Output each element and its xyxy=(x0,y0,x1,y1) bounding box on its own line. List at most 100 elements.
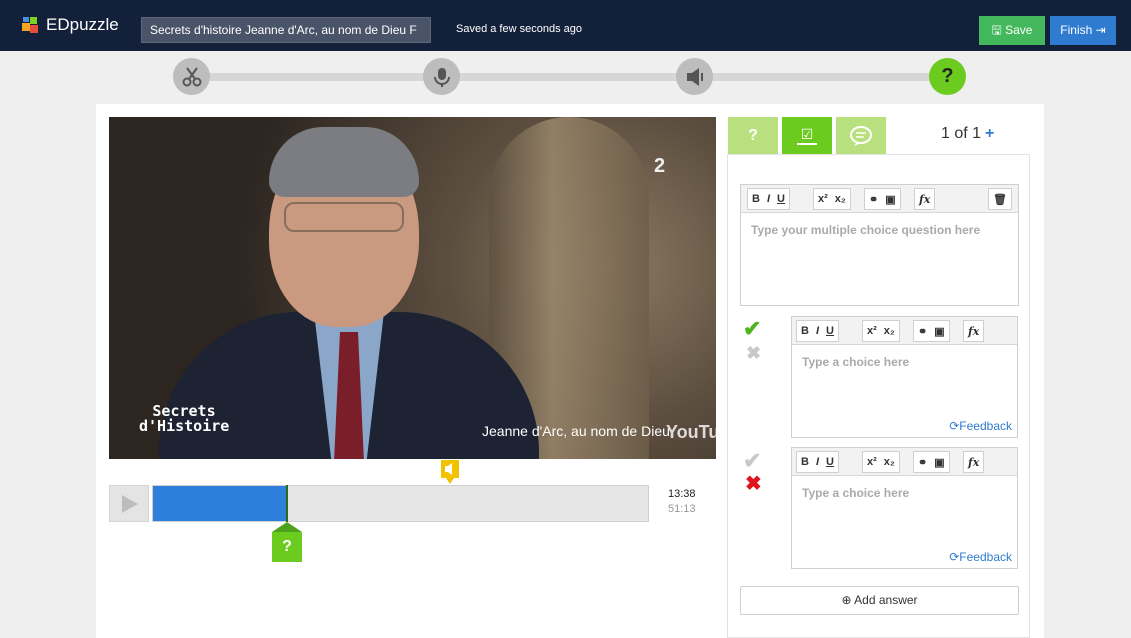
steps-progress-line xyxy=(190,73,946,81)
link-icon[interactable]: ⚭ xyxy=(918,325,927,338)
question-marker[interactable]: ? xyxy=(272,522,302,562)
image-icon[interactable]: ▣ xyxy=(934,325,944,338)
save-status: Saved a few seconds ago xyxy=(456,23,582,35)
video-player[interactable]: 2 Secrets d'Histoire Jeanne d'Arc, au no… xyxy=(109,117,716,459)
youtube-watermark[interactable]: YouTube xyxy=(666,422,716,443)
video-person-glasses xyxy=(284,202,404,232)
choice-placeholder: Type a choice here xyxy=(802,486,910,500)
format-group: B I U xyxy=(747,188,790,210)
delete-group: 🗑 xyxy=(988,188,1012,210)
checkbox-icon: ☑ xyxy=(796,126,818,145)
question-input[interactable]: Type your multiple choice question here xyxy=(741,213,1018,305)
formula-group: fx xyxy=(963,320,985,342)
timeline-scrubber[interactable] xyxy=(152,485,649,522)
question-icon: ? xyxy=(748,126,758,144)
insert-group: ⚭ ▣ xyxy=(913,451,950,473)
superscript-button[interactable]: x² xyxy=(867,456,877,468)
question-pager: 1 of 1 + xyxy=(941,125,994,143)
video-caption: Jeanne d'Arc, au nom de Dieu xyxy=(482,423,670,439)
pager-text: 1 of 1 xyxy=(941,125,982,142)
formula-group: fx xyxy=(963,451,985,473)
show-title-overlay: Secrets d'Histoire xyxy=(139,402,230,435)
subscript-button[interactable]: x₂ xyxy=(884,456,895,468)
script-group: x² x₂ xyxy=(813,188,851,210)
script-group: x² x₂ xyxy=(862,451,900,473)
question-icon: ? xyxy=(941,65,954,87)
insert-group: ⚭ ▣ xyxy=(913,320,950,342)
finish-label: Finish xyxy=(1060,23,1093,37)
choice-toolbar: B I U x² x₂ ⚭ ▣ fx xyxy=(792,317,1017,345)
finish-button[interactable]: Finish ⇥ xyxy=(1050,16,1116,45)
trash-icon[interactable]: 🗑 xyxy=(993,193,1007,206)
playhead[interactable] xyxy=(286,485,288,522)
formula-button[interactable]: fx xyxy=(968,456,979,469)
video-person-hair xyxy=(269,127,419,197)
italic-button[interactable]: I xyxy=(816,325,819,337)
save-button[interactable]: 🖫 Save xyxy=(979,16,1045,45)
correct-check-icon[interactable]: ✔ xyxy=(743,450,761,472)
bold-button[interactable]: B xyxy=(752,193,760,205)
edpuzzle-logo[interactable]: EDpuzzle xyxy=(20,14,119,36)
add-answer-label: Add answer xyxy=(854,593,918,607)
image-icon[interactable]: ▣ xyxy=(885,193,895,206)
tab-multiple-choice[interactable]: ☑ xyxy=(782,117,832,154)
choice-editor-2[interactable]: B I U x² x₂ ⚭ ▣ fx Type a choice here ⟳F… xyxy=(791,447,1018,569)
feedback-link[interactable]: ⟳Feedback xyxy=(949,419,1012,433)
italic-button[interactable]: I xyxy=(767,193,770,205)
speech-bubble-icon xyxy=(850,125,872,146)
speaker-icon xyxy=(686,67,703,86)
add-question-button[interactable]: + xyxy=(985,125,994,142)
microphone-icon xyxy=(433,67,450,87)
choice-toolbar: B I U x² x₂ ⚭ ▣ fx xyxy=(792,448,1017,476)
speaker-icon xyxy=(445,463,452,475)
step-cut[interactable] xyxy=(173,58,210,95)
script-group: x² x₂ xyxy=(862,320,900,342)
floppy-icon: 🖫 xyxy=(991,23,1002,37)
feedback-label: Feedback xyxy=(959,550,1012,564)
add-answer-button[interactable]: ⊕ Add answer xyxy=(740,586,1019,615)
formula-group: fx xyxy=(914,188,936,210)
underline-button[interactable]: U xyxy=(826,325,834,337)
italic-button[interactable]: I xyxy=(816,456,819,468)
question-toolbar: B I U x² x₂ ⚭ ▣ fx 🗑 xyxy=(741,185,1018,213)
question-editor[interactable]: B I U x² x₂ ⚭ ▣ fx 🗑 Type your multiple … xyxy=(740,184,1019,306)
step-voiceover[interactable] xyxy=(423,58,460,95)
bold-button[interactable]: B xyxy=(801,456,809,468)
question-placeholder: Type your multiple choice question here xyxy=(751,223,981,237)
video-title-field[interactable]: Secrets d'histoire Jeanne d'Arc, au nom … xyxy=(141,17,431,43)
choice-placeholder: Type a choice here xyxy=(802,355,910,369)
puzzle-logo-icon xyxy=(20,14,42,36)
step-audio-notes[interactable] xyxy=(676,58,713,95)
audio-note-marker[interactable] xyxy=(441,460,459,484)
underline-button[interactable]: U xyxy=(777,193,785,205)
question-marker-arrow xyxy=(272,522,302,532)
formula-button[interactable]: fx xyxy=(968,325,979,338)
refresh-icon: ⟳ xyxy=(949,550,960,564)
step-questions[interactable]: ? xyxy=(929,58,966,95)
underline-button[interactable]: U xyxy=(826,456,834,468)
choice-input[interactable]: Type a choice here ⟳Feedback xyxy=(792,476,1017,568)
bold-button[interactable]: B xyxy=(801,325,809,337)
correct-check-icon[interactable]: ✔ xyxy=(743,318,761,340)
top-bar: EDpuzzle Secrets d'histoire Jeanne d'Arc… xyxy=(0,0,1131,51)
superscript-button[interactable]: x² xyxy=(818,193,828,205)
play-button[interactable] xyxy=(109,485,149,522)
choice-input[interactable]: Type a choice here ⟳Feedback xyxy=(792,345,1017,437)
refresh-icon: ⟳ xyxy=(949,419,960,433)
feedback-link[interactable]: ⟳Feedback xyxy=(949,550,1012,564)
incorrect-x-icon[interactable]: ✖ xyxy=(746,344,761,362)
channel-logo: 2 xyxy=(654,155,666,177)
link-icon[interactable]: ⚭ xyxy=(869,193,878,206)
question-marker-label: ? xyxy=(272,532,302,562)
choice-editor-1[interactable]: B I U x² x₂ ⚭ ▣ fx Type a choice here ⟳F… xyxy=(791,316,1018,438)
incorrect-x-icon[interactable]: ✖ xyxy=(745,474,762,494)
subscript-button[interactable]: x₂ xyxy=(884,325,895,337)
formula-button[interactable]: fx xyxy=(919,193,930,206)
format-group: B I U xyxy=(796,451,839,473)
subscript-button[interactable]: x₂ xyxy=(835,193,846,205)
image-icon[interactable]: ▣ xyxy=(934,456,944,469)
superscript-button[interactable]: x² xyxy=(867,325,877,337)
tab-open-ended[interactable]: ? xyxy=(728,117,778,154)
link-icon[interactable]: ⚭ xyxy=(918,456,927,469)
tab-comment[interactable] xyxy=(836,117,886,154)
